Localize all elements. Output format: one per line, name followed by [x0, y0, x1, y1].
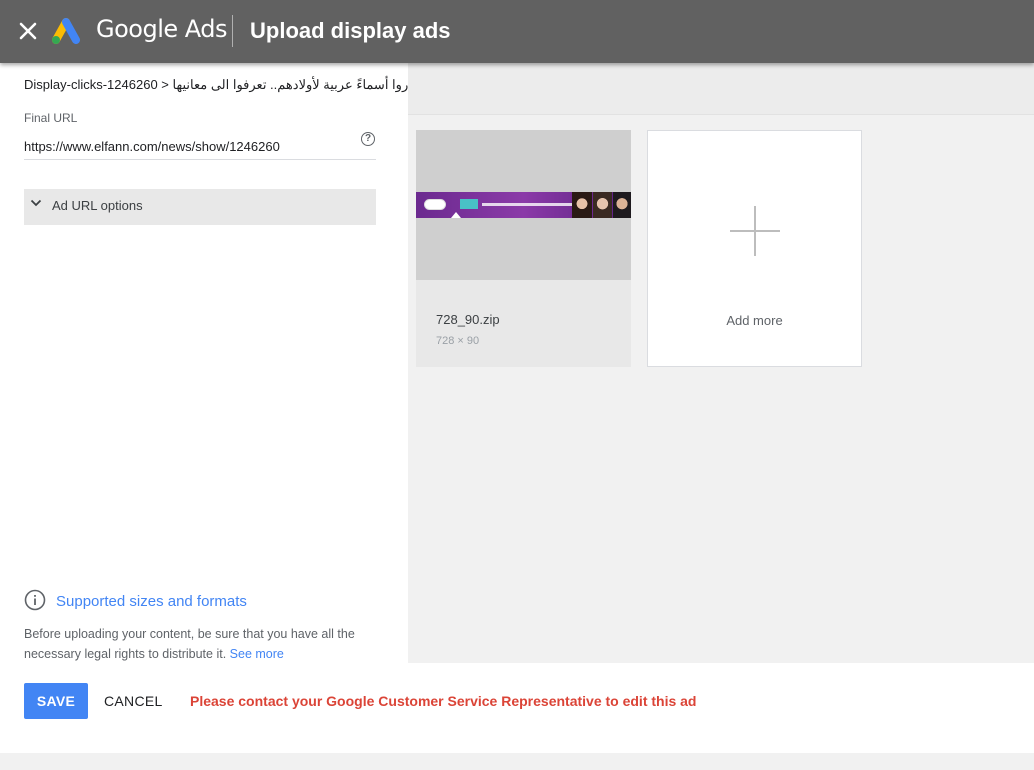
google-ads-logo-icon	[52, 18, 80, 44]
file-dimensions: 728 × 90	[436, 335, 480, 347]
plus-icon	[730, 206, 780, 256]
breadcrumb-ad-group[interactable]: دلاروا أسماءً عربية لأولادهم.. تعرفوا ال…	[173, 77, 422, 92]
ad-url-options-label: Ad URL options	[52, 198, 143, 213]
legal-notice: Before uploading your content, be sure t…	[24, 624, 384, 664]
footer-bar: SAVE CANCEL Please contact your Google C…	[0, 663, 1034, 753]
top-app-bar: Google Ads Upload display ads	[0, 0, 1034, 63]
add-more-label: Add more	[726, 313, 783, 328]
close-icon[interactable]	[16, 19, 40, 43]
breadcrumb-separator: >	[161, 77, 169, 92]
final-url-input[interactable]	[24, 133, 376, 160]
header-divider	[232, 15, 233, 47]
breadcrumb-campaign[interactable]: Display-clicks-1246260	[24, 77, 158, 92]
add-more-card[interactable]: Add more	[647, 130, 862, 367]
uploaded-file-card[interactable]: 728_90.zip 728 × 90	[416, 130, 631, 367]
cancel-button[interactable]: CANCEL	[96, 683, 171, 719]
page-title: Upload display ads	[250, 18, 451, 43]
file-name: 728_90.zip	[436, 312, 500, 327]
banner-preview-image	[416, 192, 631, 218]
ad-thumbnail	[416, 130, 631, 280]
breadcrumb: Display-clicks-1246260 > دلاروا أسماءً ع…	[24, 77, 421, 93]
preview-toolbar-strip	[408, 63, 1034, 115]
final-url-label: Final URL	[24, 111, 78, 125]
supported-sizes-link[interactable]: Supported sizes and formats	[56, 593, 247, 610]
ad-url-options-expander[interactable]: Ad URL options	[24, 189, 376, 225]
see-more-link[interactable]: See more	[230, 647, 284, 661]
bottom-strip	[0, 753, 1034, 770]
brand-name: Google Ads	[96, 15, 228, 43]
help-icon[interactable]: ?	[361, 132, 375, 146]
info-icon	[24, 589, 46, 611]
edit-warning-message: Please contact your Google Customer Serv…	[190, 693, 697, 709]
legal-text: Before uploading your content, be sure t…	[24, 627, 355, 661]
ad-settings-panel: Display-clicks-1246260 > دلاروا أسماءً ع…	[0, 63, 421, 664]
creative-upload-area: 728_90.zip 728 × 90 Add more	[408, 63, 1034, 663]
save-button[interactable]: SAVE	[24, 683, 88, 719]
chevron-down-icon	[30, 199, 42, 207]
